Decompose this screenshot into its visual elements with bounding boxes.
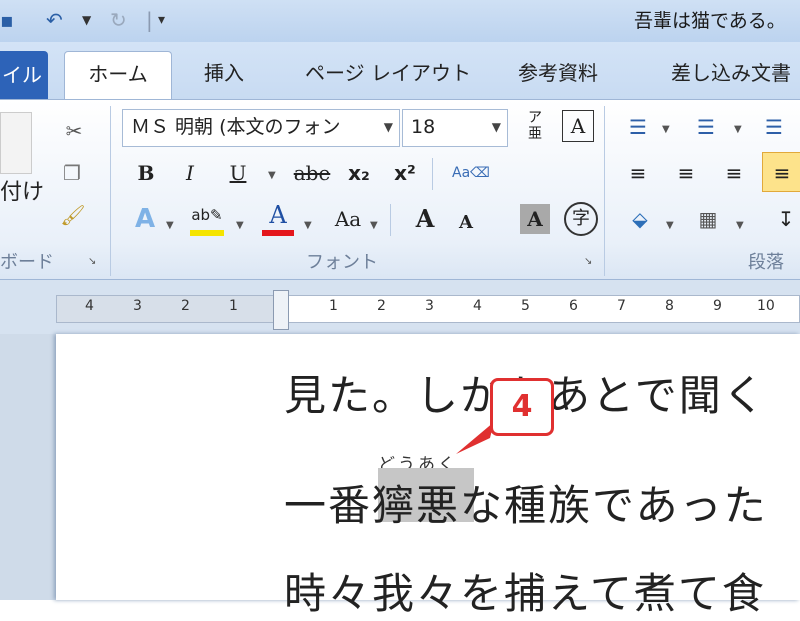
paragraph-group-label: 段落 — [748, 252, 784, 273]
tab-home[interactable]: ホーム — [64, 51, 172, 99]
paste-icon[interactable] — [0, 112, 32, 174]
shading-icon[interactable]: ⬙ — [624, 204, 656, 234]
strikethrough-button[interactable]: abe — [290, 158, 334, 188]
separator: | — [146, 8, 153, 32]
ruler-mark: 2 — [181, 298, 190, 314]
ruler-mark: 1 — [329, 298, 338, 314]
ruler-mark: 4 — [473, 298, 482, 314]
ruler-mark: 10 — [757, 298, 775, 314]
font-name-combo[interactable]: ＭＳ 明朝 (本文のフォン ▼ — [122, 109, 400, 147]
font-size-combo[interactable]: 18 ▼ — [402, 109, 508, 147]
tab-file[interactable]: イル — [0, 51, 48, 99]
document-line: 時々我々を捕えて煮て食 — [284, 569, 766, 618]
group-divider — [604, 106, 605, 276]
align-center-icon[interactable]: ≡ — [670, 158, 702, 188]
group-divider — [110, 106, 111, 276]
divider — [390, 204, 391, 236]
clipboard-group-label: ボード — [0, 252, 54, 273]
shading-dropdown-icon[interactable]: ▼ — [666, 220, 674, 231]
text-effects-dropdown-icon[interactable]: ▼ — [166, 220, 174, 231]
italic-button[interactable]: I — [178, 158, 202, 188]
font-size-value: 18 — [411, 116, 436, 138]
bold-button[interactable]: B — [134, 158, 158, 188]
font-launcher-icon[interactable]: ↘ — [584, 256, 592, 267]
bullets-icon[interactable]: ☰ — [622, 112, 654, 142]
tab-insert[interactable]: 挿入 — [204, 51, 244, 99]
title-bar: ▪ ↶ ▼ ↻ | ▾ 吾輩は猫である。 — [0, 0, 800, 42]
redo-icon[interactable]: ↻ — [110, 6, 127, 34]
horizontal-ruler[interactable]: 4 3 2 1 1 2 3 4 5 6 7 8 9 10 — [56, 290, 800, 330]
ruler-mark: 2 — [377, 298, 386, 314]
font-color-dropdown-icon[interactable]: ▼ — [304, 220, 312, 231]
character-border-icon[interactable]: A — [562, 110, 594, 142]
ruler-mark: 8 — [665, 298, 674, 314]
selected-word[interactable]: 獰悪 — [372, 481, 460, 530]
save-icon[interactable]: ▪ — [0, 6, 14, 34]
shrink-font-button[interactable]: A — [454, 208, 478, 238]
ruler-mark: 1 — [229, 298, 238, 314]
borders-icon[interactable]: ▦ — [692, 204, 724, 234]
change-case-dropdown-icon[interactable]: ▼ — [370, 220, 378, 231]
indent-marker[interactable] — [273, 290, 289, 330]
step-callout: 4 — [490, 378, 554, 436]
highlight-dropdown-icon[interactable]: ▼ — [236, 220, 244, 231]
text-effects-icon[interactable]: A — [130, 204, 160, 234]
clipboard-launcher-icon[interactable]: ↘ — [88, 256, 96, 267]
document-line: 一番獰悪な種族であった — [284, 472, 768, 533]
subscript-button[interactable]: x₂ — [344, 158, 374, 188]
cut-icon[interactable]: ✂ — [62, 116, 86, 146]
chevron-down-icon[interactable]: ▼ — [384, 110, 393, 144]
clear-formatting-icon[interactable]: Aa⌫ — [452, 158, 490, 188]
underline-button[interactable]: U — [226, 158, 250, 188]
line-suffix: な種族であった — [460, 481, 768, 530]
font-group-label: フォント — [306, 252, 378, 273]
highlight-color-icon[interactable]: ab✎ — [190, 200, 224, 236]
ribbon: 付け ✂ ❐ 🖌 ボード ↘ ＭＳ 明朝 (本文のフォン ▼ 18 ▼ ア亜 A… — [0, 99, 800, 280]
numbering-icon[interactable]: ☰ — [690, 112, 722, 142]
ruler-mark: 3 — [133, 298, 142, 314]
phonetic-guide-icon[interactable]: ア亜 — [522, 110, 548, 142]
borders-dropdown-icon[interactable]: ▼ — [736, 220, 744, 231]
tab-page-layout[interactable]: ページ レイアウト — [305, 51, 471, 99]
multilevel-list-icon[interactable]: ☰ — [758, 112, 790, 142]
copy-icon[interactable]: ❐ — [60, 158, 84, 188]
ruler-mark: 3 — [425, 298, 434, 314]
document-area: 見た。しかもあとで聞く どうあく 一番獰悪な種族であった 時々我々を捕えて煮て食 — [0, 334, 800, 618]
ruler-mark: 9 — [713, 298, 722, 314]
numbering-dropdown-icon[interactable]: ▼ — [734, 124, 742, 135]
chevron-down-icon[interactable]: ▼ — [492, 110, 501, 144]
undo-dropdown-icon[interactable]: ▼ — [82, 6, 91, 34]
paste-button-label[interactable]: 付け — [0, 178, 44, 208]
window-title: 吾輩は猫である。 — [634, 10, 786, 32]
font-color-icon[interactable]: A — [262, 200, 294, 236]
change-case-button[interactable]: Aa — [328, 204, 368, 234]
character-shading-button[interactable]: A — [520, 204, 550, 234]
divider — [432, 158, 433, 190]
align-left-icon[interactable]: ≡ — [622, 158, 654, 188]
ruler-mark: 7 — [617, 298, 626, 314]
ruler-mark: 5 — [521, 298, 530, 314]
bullets-dropdown-icon[interactable]: ▼ — [662, 124, 670, 135]
font-name-value: ＭＳ 明朝 (本文のフォン — [131, 116, 341, 138]
document-page[interactable]: 見た。しかもあとで聞く どうあく 一番獰悪な種族であった 時々我々を捕えて煮て食 — [56, 334, 800, 618]
customize-toolbar-icon[interactable]: ▾ — [158, 6, 165, 34]
align-right-icon[interactable]: ≡ — [718, 158, 750, 188]
enclose-characters-button[interactable]: 字 — [564, 202, 598, 236]
format-painter-icon[interactable]: 🖌 — [58, 200, 88, 230]
line-prefix: 一番 — [284, 481, 373, 530]
sort-icon[interactable]: ↧ — [772, 204, 800, 234]
superscript-button[interactable]: x² — [390, 158, 420, 188]
undo-icon[interactable]: ↶ — [46, 6, 63, 34]
ruler-area: 4 3 2 1 1 2 3 4 5 6 7 8 9 10 — [0, 280, 800, 334]
grow-font-button[interactable]: A — [410, 204, 440, 234]
tab-mailings[interactable]: 差し込み文書 — [671, 51, 791, 99]
underline-dropdown-icon[interactable]: ▼ — [268, 170, 276, 181]
justify-icon[interactable]: ≡ — [762, 152, 800, 192]
ruler-mark: 4 — [85, 298, 94, 314]
tab-references[interactable]: 参考資料 — [518, 51, 598, 99]
ruler-mark: 6 — [569, 298, 578, 314]
